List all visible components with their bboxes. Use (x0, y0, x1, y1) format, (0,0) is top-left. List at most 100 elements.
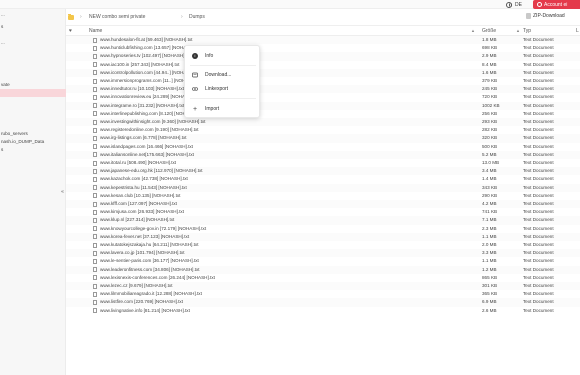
menu-item-info[interactable]: i Info (185, 51, 261, 61)
table-row[interactable]: www.italiansonline.net[175.663] [NOHASH]… (66, 150, 580, 159)
table-row[interactable]: www.kutatokejszakaja.hu [64.211] [NOHASH… (66, 241, 580, 249)
table-row[interactable]: www.lavera.co.jp [101.794] [NOHASH].txt 3… (66, 249, 580, 258)
file-name[interactable]: www.lavera.co.jp [101.794] [NOHASH].txt (100, 249, 480, 257)
column-header-type[interactable]: Typ (523, 28, 531, 34)
sidebar-item[interactable]: ... (0, 11, 66, 19)
table-row[interactable]: www.islandpages.com [16.466] [NOHASH].tx… (66, 143, 580, 151)
sidebar-item[interactable] (0, 113, 66, 121)
file-icon (93, 127, 97, 133)
table-row[interactable]: www.klup.nl [227.314] [NOHASH].txt 7.1 MB… (66, 216, 580, 225)
language-selector[interactable]: DE (506, 1, 522, 9)
sidebar-item[interactable] (0, 97, 66, 105)
file-name[interactable]: www.listfire.com [220.769] [NOHASH].txt (100, 298, 480, 306)
file-name[interactable]: www.le-sentier-paris.com [36.177] [NOHAS… (100, 257, 480, 265)
table-row[interactable]: www.hundesalon-fit.at [59.463] [NOHASH].… (66, 36, 580, 45)
file-name[interactable]: www.japanese-edu.org.hk [112.970] [NOHAS… (100, 167, 480, 175)
table-row[interactable]: www.korea-fever.net [37.123] [NOHASH].tx… (66, 232, 580, 241)
sidebar-item[interactable] (0, 105, 66, 113)
table-row[interactable]: www.lezec.cz [9.679] [NOHASH].txt 301 KB T… (66, 282, 580, 291)
table-row[interactable]: www.lilmmobiliareagrado.it [12.288] [NOH… (66, 290, 580, 298)
file-name[interactable]: www.livingnative.info [81.214] [NOHASH].… (100, 307, 480, 315)
file-name[interactable]: www.icontrolpollution.com [44.94..] [NOH… (100, 69, 480, 77)
sidebar-item[interactable]: vate (0, 81, 66, 89)
table-row[interactable]: www.leaderonfitness.com [34.806] [NOHASH… (66, 265, 580, 274)
table-row[interactable]: www.kepestrista.hu [11.543] [NOHASH].txt… (66, 183, 580, 192)
file-name[interactable]: www.registeredonline.com [9.190] [NOHASH… (100, 126, 480, 134)
file-name[interactable]: www.itotal.ru [508.490] [NOHASH].txt (100, 159, 480, 167)
sort-arrow-icon[interactable]: ▲ (516, 28, 520, 33)
table-row[interactable]: www.livingnative.info [81.214] [NOHASH].… (66, 307, 580, 315)
table-row[interactable]: www.hypnoseries.tv [102.497] [NOHASH].tx… (66, 52, 580, 61)
column-header-name[interactable]: Name (89, 28, 102, 34)
table-row[interactable]: www.interlinepublishing.com [8.120] [NOH… (66, 110, 580, 118)
file-name[interactable]: www.islandpages.com [16.466] [NOHASH].tx… (100, 143, 480, 151)
file-name[interactable]: www.leaderonfitness.com [34.806] [NOHASH… (100, 266, 480, 274)
account-button[interactable]: Account ei (533, 0, 580, 9)
table-row[interactable]: www.immersionprograms.com [11..] [NOHASH… (66, 77, 580, 85)
menu-item-import[interactable]: + Import (185, 104, 261, 114)
table-row[interactable]: www.kfff.com [127.097] [NOHASH].txt 4.2 M… (66, 200, 580, 209)
table-row[interactable]: www.japanese-edu.org.hk [112.970] [NOHAS… (66, 167, 580, 176)
column-header-size[interactable]: Größe (482, 28, 496, 34)
table-row[interactable]: www.registeredonline.com [9.190] [NOHASH… (66, 126, 580, 134)
file-name[interactable]: www.innovationreview.eu [24.289] [NOHASH… (100, 93, 480, 101)
file-name[interactable]: www.investingwithinsight.com [9.360] [NO… (100, 118, 480, 126)
file-name[interactable]: www.kesan.club [10.135] [NOHASH].txt (100, 192, 480, 200)
table-row[interactable]: www.kazachok.com [42.738] [NOHASH].txt 1.… (66, 175, 580, 183)
file-icon (93, 37, 97, 43)
table-row[interactable]: www.itotal.ru [508.490] [NOHASH].txt 13.0… (66, 159, 580, 167)
zip-download-button[interactable]: ZIP-Download (526, 13, 565, 19)
file-name[interactable]: www.italiansonline.net[175.663] [NOHASH]… (100, 151, 480, 159)
file-name[interactable]: www.kutatokejszakaja.hu [64.211] [NOHASH… (100, 241, 480, 249)
column-header-extra[interactable]: L (576, 28, 579, 34)
table-row[interactable]: www.kesan.club [10.135] [NOHASH].txt 290 … (66, 192, 580, 200)
file-name[interactable]: www.hunticlubfishing.com [13.657] [NOHAS… (100, 44, 480, 52)
file-name[interactable]: www.iac100.in [257.343] [NOHASH].txt (100, 61, 480, 69)
table-row[interactable]: www.investingwithinsight.com [9.360] [NO… (66, 118, 580, 127)
file-name[interactable]: www.irg-listings.com [6.778] [NOHASH].tx… (100, 134, 480, 142)
file-name[interactable]: www.interlinepublishing.com [8.120] [NOH… (100, 110, 480, 118)
table-row[interactable]: www.iac100.in [257.343] [NOHASH].txt 8.4 … (66, 61, 580, 69)
sidebar-item[interactable]: s (0, 146, 66, 154)
table-row[interactable]: www.integrame.ro [31.232] [NOHASH].txt 10… (66, 101, 580, 110)
file-name[interactable]: www.kfff.com [127.097] [NOHASH].txt (100, 200, 480, 208)
file-name[interactable]: www.knowyourcollege-gov.in [72.179] [NOH… (100, 225, 480, 233)
menu-item-linkexport[interactable]: Linkexport (185, 84, 261, 94)
file-name[interactable]: www.lezec.cz [9.679] [NOHASH].txt (100, 282, 480, 290)
file-name[interactable]: www.kimjusa.com [26.933] [NOHASH].txt (100, 208, 480, 216)
file-name[interactable]: www.lexisnexis-conferences.com [26.244] … (100, 274, 480, 282)
collapse-sidebar-icon[interactable]: « (59, 189, 66, 196)
file-name[interactable]: www.immersionprograms.com [11..] [NOHASH… (100, 77, 480, 85)
sidebar-item[interactable]: ... (0, 39, 66, 47)
sidebar-item[interactable] (0, 89, 66, 97)
file-name[interactable]: www.kepestrista.hu [11.543] [NOHASH].txt (100, 184, 480, 192)
file-name[interactable]: www.integrame.ro [31.232] [NOHASH].txt (100, 102, 480, 110)
table-row[interactable]: www.irg-listings.com [6.778] [NOHASH].tx… (66, 134, 580, 143)
file-name[interactable]: www.hypnoseries.tv [102.497] [NOHASH].tx… (100, 52, 480, 60)
table-row[interactable]: www.lexisnexis-conferences.com [26.244] … (66, 274, 580, 282)
breadcrumb-item-combo[interactable]: NEW combo semi private (89, 14, 145, 20)
table-row[interactable]: www.knowyourcollege-gov.in [72.179] [NOH… (66, 225, 580, 233)
menu-item-download[interactable]: Download... (185, 70, 261, 80)
file-name[interactable]: www.klup.nl [227.314] [NOHASH].txt (100, 216, 480, 224)
table-row[interactable]: www.listfire.com [220.769] [NOHASH].txt 6… (66, 298, 580, 307)
table-row[interactable]: www.innedtutor.ru [10.103] [NOHASH].txt 2… (66, 85, 580, 94)
table-row[interactable]: www.icontrolpollution.com [44.94..] [NOH… (66, 68, 580, 77)
file-name[interactable]: www.hundesalon-fit.at [59.463] [NOHASH].… (100, 36, 480, 44)
breadcrumb-item-dumps[interactable]: Dumps (189, 14, 205, 20)
sidebar-item[interactable]: nash.io_DUMP_Data (0, 138, 66, 146)
sort-arrow-icon[interactable]: ▲ (471, 28, 475, 33)
table-row[interactable]: www.hunticlubfishing.com [13.657] [NOHAS… (66, 44, 580, 52)
file-name[interactable]: www.lilmmobiliareagrado.it [12.288] [NOH… (100, 290, 480, 298)
favorite-icon[interactable]: ♥ (69, 28, 72, 34)
file-name[interactable]: www.innedtutor.ru [10.103] [NOHASH].txt (100, 85, 480, 93)
sidebar-item[interactable] (0, 53, 66, 61)
sidebar-item[interactable]: s (0, 23, 66, 31)
file-name[interactable]: www.korea-fever.net [37.123] [NOHASH].tx… (100, 233, 480, 241)
sidebar-item[interactable]: rubo_servers (0, 130, 66, 138)
sidebar-item[interactable] (0, 121, 66, 129)
file-name[interactable]: www.kazachok.com [42.738] [NOHASH].txt (100, 175, 480, 183)
table-row[interactable]: www.kimjusa.com [26.933] [NOHASH].txt 741… (66, 208, 580, 216)
table-row[interactable]: www.le-sentier-paris.com [36.177] [NOHAS… (66, 257, 580, 265)
table-row[interactable]: www.innovationreview.eu [24.289] [NOHASH… (66, 93, 580, 101)
